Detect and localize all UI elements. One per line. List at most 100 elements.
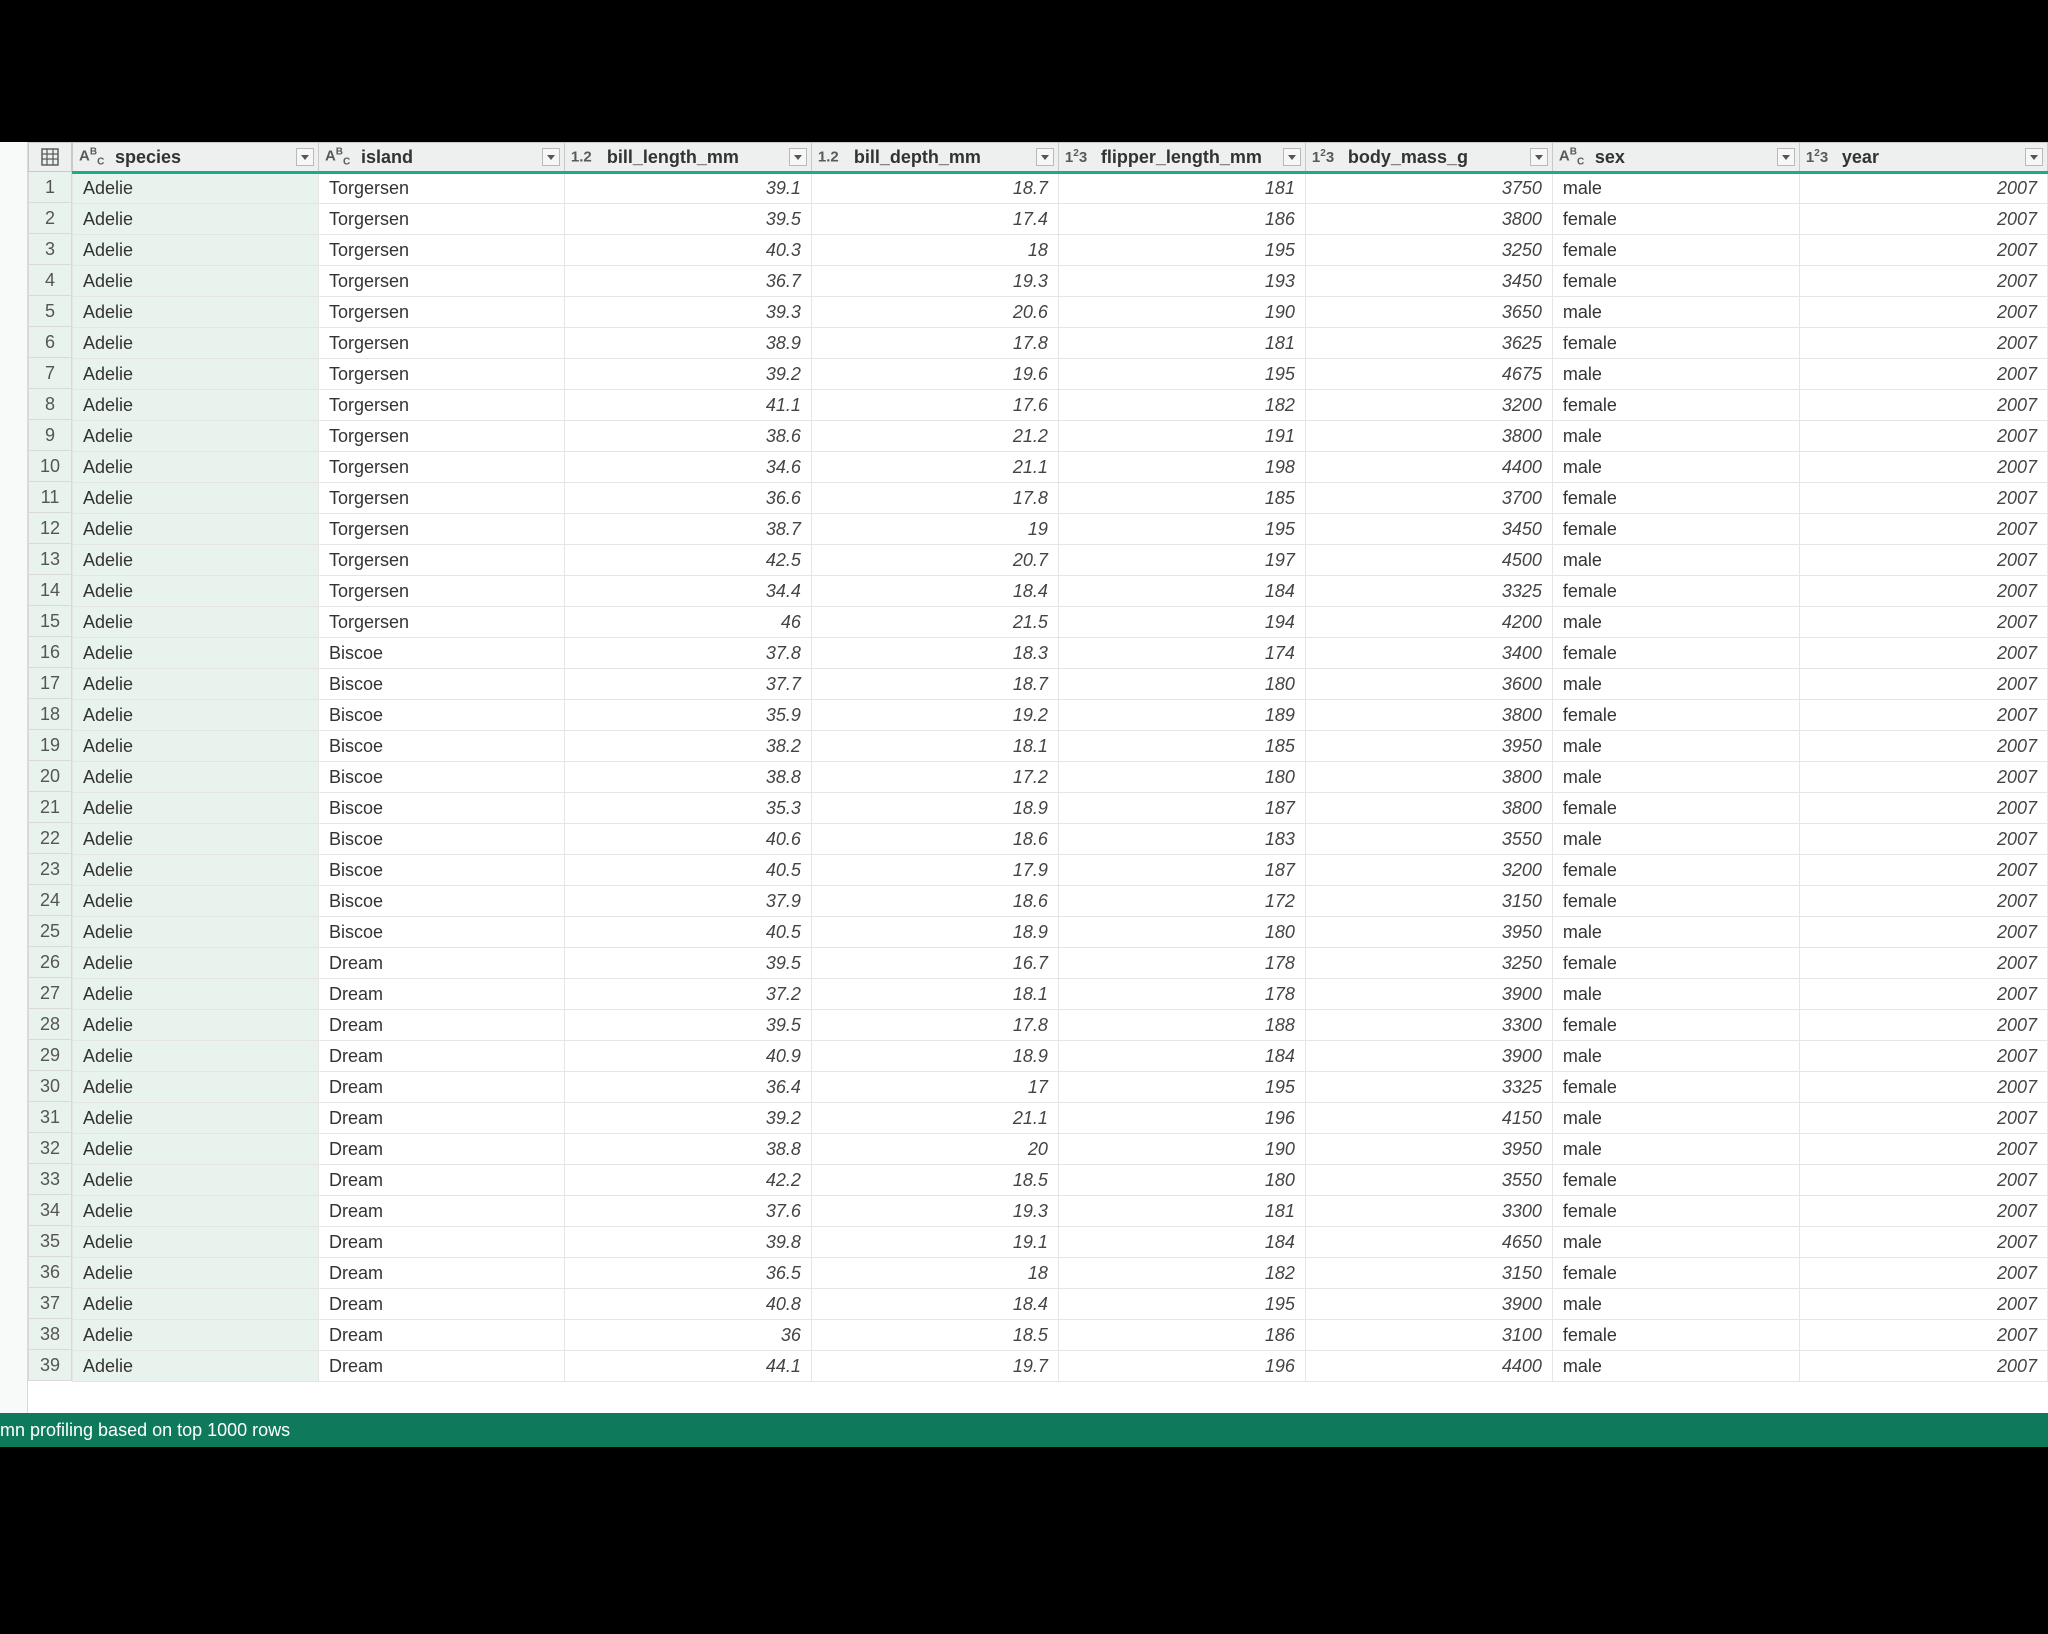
cell[interactable]: 187 [1058, 855, 1305, 886]
cell[interactable]: Adelie [73, 204, 319, 235]
cell[interactable]: male [1552, 1227, 1799, 1258]
column-filter-button[interactable] [1530, 148, 1548, 166]
cell[interactable]: male [1552, 359, 1799, 390]
cell[interactable]: 17.8 [811, 1010, 1058, 1041]
cell[interactable]: 2007 [1799, 514, 2047, 545]
cell[interactable]: 18.7 [811, 173, 1058, 204]
cell[interactable]: 2007 [1799, 948, 2047, 979]
cell[interactable]: male [1552, 1103, 1799, 1134]
cell[interactable]: male [1552, 917, 1799, 948]
cell[interactable]: 2007 [1799, 731, 2047, 762]
cell[interactable]: Adelie [73, 1289, 319, 1320]
cell[interactable]: 2007 [1799, 638, 2047, 669]
cell[interactable]: 198 [1058, 452, 1305, 483]
cell[interactable]: Adelie [73, 266, 319, 297]
cell[interactable]: 18.7 [811, 669, 1058, 700]
cell[interactable]: 39.2 [564, 359, 811, 390]
cell[interactable]: 2007 [1799, 1103, 2047, 1134]
table-row[interactable]: AdelieBiscoe37.818.31743400female2007 [73, 638, 2048, 669]
cell[interactable]: 195 [1058, 1289, 1305, 1320]
table-row[interactable]: AdelieTorgersen40.3181953250female2007 [73, 235, 2048, 266]
cell[interactable]: Adelie [73, 359, 319, 390]
cell[interactable]: 174 [1058, 638, 1305, 669]
cell[interactable]: 3600 [1305, 669, 1552, 700]
cell[interactable]: 17.2 [811, 762, 1058, 793]
cell[interactable]: female [1552, 886, 1799, 917]
cell[interactable]: Adelie [73, 390, 319, 421]
select-all-corner[interactable] [28, 142, 72, 172]
cell[interactable]: 2007 [1799, 235, 2047, 266]
cell[interactable]: 184 [1058, 576, 1305, 607]
cell[interactable]: 17.4 [811, 204, 1058, 235]
cell[interactable]: 194 [1058, 607, 1305, 638]
cell[interactable]: Dream [318, 1072, 564, 1103]
cell[interactable]: 181 [1058, 173, 1305, 204]
cell[interactable]: female [1552, 1196, 1799, 1227]
column-filter-button[interactable] [296, 148, 314, 166]
cell[interactable]: 190 [1058, 1134, 1305, 1165]
row-number[interactable]: 4 [28, 265, 72, 296]
cell[interactable]: 40.6 [564, 824, 811, 855]
cell[interactable]: 39.5 [564, 1010, 811, 1041]
cell[interactable]: 4400 [1305, 452, 1552, 483]
cell[interactable]: 3450 [1305, 514, 1552, 545]
cell[interactable]: Adelie [73, 421, 319, 452]
table-row[interactable]: AdelieDream36.4171953325female2007 [73, 1072, 2048, 1103]
cell[interactable]: female [1552, 1258, 1799, 1289]
cell[interactable]: Adelie [73, 452, 319, 483]
cell[interactable]: 2007 [1799, 1289, 2047, 1320]
cell[interactable]: 36.4 [564, 1072, 811, 1103]
cell[interactable]: 21.2 [811, 421, 1058, 452]
cell[interactable]: 39.5 [564, 204, 811, 235]
table-row[interactable]: AdelieTorgersen36.617.81853700female2007 [73, 483, 2048, 514]
cell[interactable]: female [1552, 700, 1799, 731]
row-number[interactable]: 24 [28, 885, 72, 916]
cell[interactable]: male [1552, 421, 1799, 452]
row-number[interactable]: 7 [28, 358, 72, 389]
cell[interactable]: 2007 [1799, 1351, 2047, 1382]
cell[interactable]: 40.8 [564, 1289, 811, 1320]
column-filter-button[interactable] [2025, 148, 2043, 166]
cell[interactable]: 172 [1058, 886, 1305, 917]
cell[interactable]: Adelie [73, 1010, 319, 1041]
cell[interactable]: 18 [811, 1258, 1058, 1289]
cell[interactable]: 196 [1058, 1351, 1305, 1382]
cell[interactable]: Adelie [73, 328, 319, 359]
cell[interactable]: 38.8 [564, 762, 811, 793]
cell[interactable]: female [1552, 483, 1799, 514]
cell[interactable]: Torgersen [318, 607, 564, 638]
cell[interactable]: male [1552, 762, 1799, 793]
cell[interactable]: Adelie [73, 607, 319, 638]
cell[interactable]: male [1552, 297, 1799, 328]
cell[interactable]: 19.3 [811, 1196, 1058, 1227]
column-header-sex[interactable]: ABCsex [1552, 143, 1799, 173]
cell[interactable]: female [1552, 204, 1799, 235]
cell[interactable]: Biscoe [318, 700, 564, 731]
row-number[interactable]: 21 [28, 792, 72, 823]
cell[interactable]: 20 [811, 1134, 1058, 1165]
cell[interactable]: 2007 [1799, 576, 2047, 607]
cell[interactable]: 195 [1058, 514, 1305, 545]
row-number[interactable]: 36 [28, 1257, 72, 1288]
cell[interactable]: 2007 [1799, 793, 2047, 824]
cell[interactable]: 3800 [1305, 793, 1552, 824]
row-number[interactable]: 17 [28, 668, 72, 699]
cell[interactable]: Adelie [73, 1351, 319, 1382]
row-number[interactable]: 19 [28, 730, 72, 761]
cell[interactable]: Adelie [73, 1227, 319, 1258]
cell[interactable]: Adelie [73, 793, 319, 824]
cell[interactable]: 3700 [1305, 483, 1552, 514]
table-row[interactable]: AdelieBiscoe35.919.21893800female2007 [73, 700, 2048, 731]
column-header-bill_depth_mm[interactable]: 1.2bill_depth_mm [811, 143, 1058, 173]
cell[interactable]: male [1552, 824, 1799, 855]
cell[interactable]: 2007 [1799, 607, 2047, 638]
cell[interactable]: Dream [318, 1351, 564, 1382]
cell[interactable]: 19.3 [811, 266, 1058, 297]
table-row[interactable]: AdelieDream36.5181823150female2007 [73, 1258, 2048, 1289]
table-row[interactable]: AdelieBiscoe40.518.91803950male2007 [73, 917, 2048, 948]
cell[interactable]: Adelie [73, 1320, 319, 1351]
cell[interactable]: Adelie [73, 638, 319, 669]
row-number[interactable]: 12 [28, 513, 72, 544]
cell[interactable]: 191 [1058, 421, 1305, 452]
cell[interactable]: 36.5 [564, 1258, 811, 1289]
